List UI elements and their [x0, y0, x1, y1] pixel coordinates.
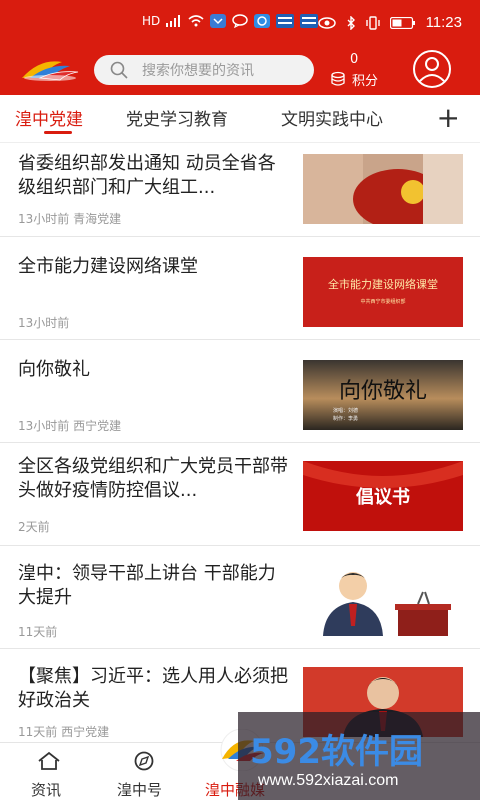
news-title: 湟中：领导干部上讲台 干部能力大提升 — [18, 563, 276, 608]
news-meta: 13小时前 — [18, 316, 70, 330]
thumb-subtext: 制作：李勇 — [333, 415, 358, 422]
news-title: 向你敬礼 — [18, 359, 90, 380]
news-thumbnail: 倡议书 — [303, 461, 463, 531]
clock-time: 11:23 — [425, 14, 462, 31]
news-meta: 2天前 — [18, 520, 50, 534]
q-app-icon — [254, 14, 271, 28]
points-widget[interactable]: 0 积分 — [330, 52, 390, 92]
app-header: HD 11:23 搜索你想要的资讯 0 积分 — [0, 0, 480, 95]
list-item[interactable]: 向你敬礼 13小时前 西宁党建 向你敬礼 演唱：刘德 制作：李勇 — [0, 340, 480, 443]
hd-icon: HD — [142, 14, 161, 28]
news-title: 省委组织部发出通知 动员全省各级组织部门和广大组工... — [18, 153, 276, 198]
search-placeholder: 搜索你想要的资讯 — [142, 63, 254, 79]
status-right-icons: 11:23 — [317, 14, 462, 31]
news-thumbnail — [303, 566, 463, 636]
add-tab-icon[interactable]: + — [437, 101, 460, 134]
battery-icon — [389, 16, 415, 29]
news-thumbnail — [303, 154, 463, 224]
status-left-icons: HD — [142, 14, 319, 28]
thumb-subtext: 演唱：刘德 — [333, 407, 358, 414]
tab-civilization-center[interactable]: 文明实践中心 — [281, 105, 383, 130]
app-logo[interactable] — [20, 56, 80, 82]
status-bar: HD 11:23 — [0, 14, 480, 38]
thumb-text: 倡议书 — [355, 486, 410, 508]
news-thumbnail: 向你敬礼 演唱：刘德 制作：李勇 — [303, 360, 463, 430]
signal-icon — [166, 15, 181, 27]
list-item[interactable]: 全市能力建设网络课堂 13小时前 全市能力建设网络课堂 中共西宁市委组织部 — [0, 237, 480, 340]
points-label: 积分 — [352, 74, 379, 89]
bluetooth-icon — [347, 15, 355, 30]
tab-huangzhong-party[interactable]: 湟中党建 — [15, 105, 83, 130]
wifi-icon — [188, 15, 204, 27]
news-meta: 11天前 西宁党建 — [18, 725, 110, 739]
watermark-url: www.592xiazai.com — [258, 772, 399, 789]
list-item[interactable]: 湟中：领导干部上讲台 干部能力大提升 11天前 — [0, 546, 480, 649]
app-badge-icon-2 — [300, 14, 319, 28]
news-meta: 13小时前 西宁党建 — [18, 419, 122, 433]
home-icon[interactable] — [36, 751, 62, 771]
news-thumbnail: 全市能力建设网络课堂 中共西宁市委组织部 — [303, 257, 463, 327]
app-badge-icon-1 — [276, 14, 295, 28]
nav-news[interactable]: 资讯 — [31, 779, 61, 800]
points-value: 0 — [350, 52, 359, 67]
active-tab-indicator — [44, 131, 72, 134]
tab-party-history[interactable]: 党史学习教育 — [126, 105, 228, 130]
coin-stack-icon — [331, 71, 345, 86]
thumb-text: 全市能力建设网络课堂 — [328, 277, 438, 291]
watermark-title: 592软件园 — [250, 732, 423, 772]
compass-icon[interactable] — [131, 751, 157, 771]
search-icon — [110, 61, 128, 79]
list-item[interactable]: 全区各级党组织和广大党员干部带头做好疫情防控倡议... 2天前 倡议书 — [0, 443, 480, 546]
chat-icon — [232, 14, 249, 28]
news-meta: 11天前 — [18, 625, 58, 639]
news-title: 全市能力建设网络课堂 — [18, 256, 198, 277]
thumb-subtext: 中共西宁市委组织部 — [360, 298, 405, 305]
news-title: 【聚焦】习近平：选人用人必须把好政治关 — [18, 666, 288, 711]
site-watermark: 592软件园 www.592xiazai.com — [238, 712, 480, 800]
thumb-text: 向你敬礼 — [339, 379, 427, 404]
nav-huangzhong-account[interactable]: 湟中号 — [117, 779, 162, 800]
list-item[interactable]: 省委组织部发出通知 动员全省各级组织部门和广大组工... 13小时前 青海党建 — [0, 144, 480, 237]
app-notification-icon — [210, 14, 227, 28]
eye-icon — [317, 16, 336, 29]
search-box[interactable]: 搜索你想要的资讯 — [94, 55, 314, 85]
vibrate-icon — [365, 15, 380, 30]
news-title: 全区各级党组织和广大党员干部带头做好疫情防控倡议... — [18, 456, 288, 501]
user-avatar-icon[interactable] — [410, 50, 454, 88]
news-meta: 13小时前 青海党建 — [18, 212, 122, 226]
category-tabs: 湟中党建 党史学习教育 文明实践中心 + — [0, 95, 480, 143]
